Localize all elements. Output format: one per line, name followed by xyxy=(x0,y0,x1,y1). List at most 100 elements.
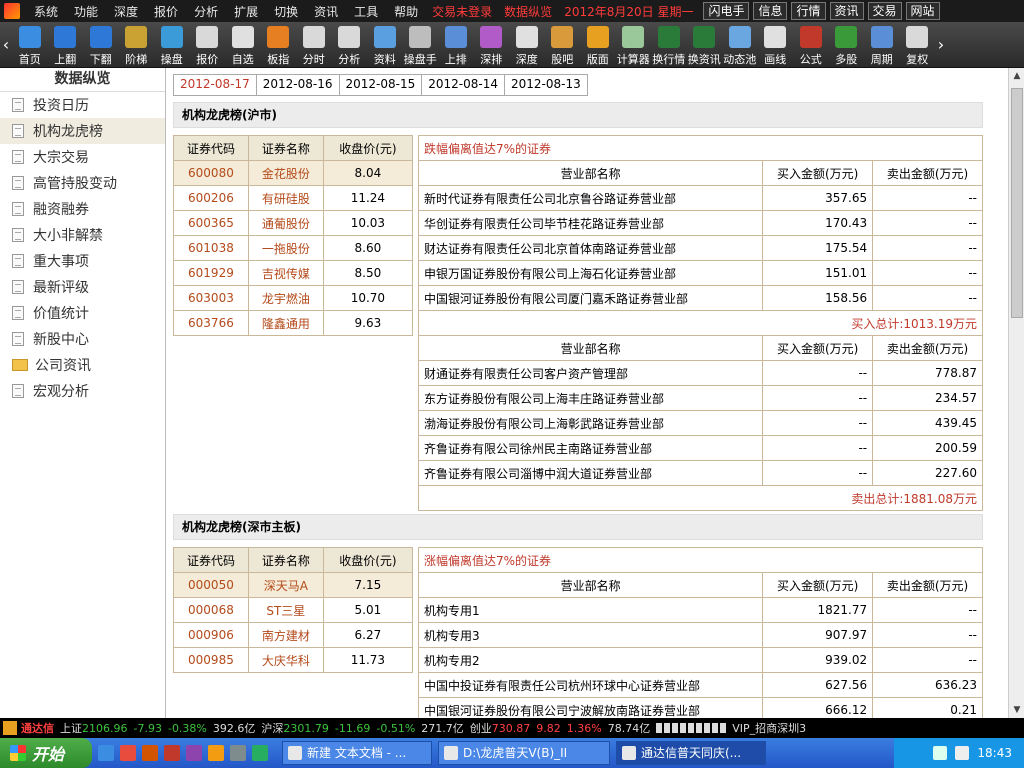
stock-code[interactable]: 601929 xyxy=(173,260,249,286)
info-button[interactable]: 信息 xyxy=(753,2,788,20)
stock-name[interactable]: 深天马A xyxy=(247,572,324,598)
toolbar-scroll-left-icon[interactable]: ‹ xyxy=(0,22,12,68)
table-row[interactable]: 600365 通葡股份 10.03 xyxy=(173,210,414,236)
stock-code[interactable]: 603766 xyxy=(173,310,249,336)
quicklaunch-app-icon[interactable] xyxy=(186,745,202,761)
sidebar-item[interactable]: 大宗交易 xyxy=(0,144,165,170)
table-row[interactable]: 000068 ST三星 5.01 xyxy=(173,597,414,623)
toolbar-button-2[interactable]: 上翻 xyxy=(48,22,84,68)
taskbar-item-folder[interactable]: D:\龙虎普天V(B)_II xyxy=(438,741,610,765)
quicklaunch-app-icon[interactable] xyxy=(208,745,224,761)
quicklaunch-app-icon[interactable] xyxy=(164,745,180,761)
stock-code[interactable]: 000985 xyxy=(173,647,249,673)
stock-name[interactable]: 吉视传媒 xyxy=(247,260,324,286)
menu-help[interactable]: 帮助 xyxy=(386,3,426,20)
sidebar-item[interactable]: 价值统计 xyxy=(0,300,165,326)
quicklaunch-app-icon[interactable] xyxy=(230,745,246,761)
toolbar-button-20[interactable]: 换资讯 xyxy=(687,22,723,68)
website-button[interactable]: 网站 xyxy=(905,2,940,20)
trade-button[interactable]: 交易 xyxy=(867,2,902,20)
date-tab[interactable]: 2012-08-13 xyxy=(504,74,588,96)
menu-switch[interactable]: 切换 xyxy=(266,3,306,20)
scrollbar-thumb[interactable] xyxy=(1011,88,1023,318)
volume-icon[interactable] xyxy=(955,746,970,760)
toolbar-button-4[interactable]: 阶梯 xyxy=(119,22,155,68)
menu-tools[interactable]: 工具 xyxy=(346,3,386,20)
menu-quote[interactable]: 报价 xyxy=(146,3,186,20)
sidebar-item[interactable]: 最新评级 xyxy=(0,274,165,300)
sidebar-item[interactable]: 大小非解禁 xyxy=(0,222,165,248)
toolbar-button-6[interactable]: 报价 xyxy=(190,22,226,68)
stock-code[interactable]: 000068 xyxy=(173,597,249,623)
table-row[interactable]: 600206 有研硅股 11.24 xyxy=(173,185,414,211)
quicklaunch-app-icon[interactable] xyxy=(142,745,158,761)
menu-extend[interactable]: 扩展 xyxy=(226,3,266,20)
sidebar-item[interactable]: 投资日历 xyxy=(0,92,165,118)
stock-code[interactable]: 000050 xyxy=(173,572,249,598)
date-tab[interactable]: 2012-08-16 xyxy=(255,74,340,96)
menu-system[interactable]: 系统 xyxy=(26,3,66,20)
sidebar-item[interactable]: 重大事项 xyxy=(0,248,165,274)
toolbar-button-17[interactable]: 版面 xyxy=(580,22,616,68)
scroll-up-icon[interactable]: ▲ xyxy=(1009,68,1024,84)
date-tab[interactable]: 2012-08-17 xyxy=(173,74,257,96)
toolbar-scroll-right-icon[interactable]: › xyxy=(935,22,947,68)
quote-button[interactable]: 行情 xyxy=(791,2,826,20)
table-row[interactable]: 601929 吉视传媒 8.50 xyxy=(173,260,414,286)
toolbar-button-18[interactable]: 计算器 xyxy=(616,22,652,68)
date-tab[interactable]: 2012-08-15 xyxy=(338,74,423,96)
menu-depth[interactable]: 深度 xyxy=(106,3,146,20)
stock-name[interactable]: ST三星 xyxy=(247,597,324,623)
toolbar-button-3[interactable]: 下翻 xyxy=(83,22,119,68)
quicklaunch-app-icon[interactable] xyxy=(252,745,268,761)
menu-analysis[interactable]: 分析 xyxy=(186,3,226,20)
sidebar-item[interactable]: 宏观分析 xyxy=(0,378,165,404)
toolbar-button-19[interactable]: 换行情 xyxy=(651,22,687,68)
taskbar-item-tdx[interactable]: 通达信普天同庆(... xyxy=(616,741,766,765)
sidebar-item[interactable]: 机构龙虎榜 xyxy=(0,118,165,144)
toolbar-button-22[interactable]: 画线 xyxy=(758,22,794,68)
stock-name[interactable]: 南方建材 xyxy=(247,622,324,648)
vertical-scrollbar[interactable]: ▲ ▼ xyxy=(1008,68,1024,718)
sidebar-item[interactable]: 融资融券 xyxy=(0,196,165,222)
taskbar-item-notepad[interactable]: 新建 文本文档 - ... xyxy=(282,741,432,765)
toolbar-button-24[interactable]: 多股 xyxy=(829,22,865,68)
toolbar-button-25[interactable]: 周期 xyxy=(864,22,900,68)
stock-code[interactable]: 600365 xyxy=(173,210,249,236)
table-row[interactable]: 600080 金花股份 8.04 xyxy=(173,160,414,186)
stock-name[interactable]: 一拖股份 xyxy=(247,235,324,261)
ie-icon[interactable] xyxy=(98,745,114,761)
toolbar-button-16[interactable]: 股吧 xyxy=(545,22,581,68)
network-icon[interactable] xyxy=(933,746,948,760)
toolbar-button-9[interactable]: 分时 xyxy=(296,22,332,68)
stock-code[interactable]: 600206 xyxy=(173,185,249,211)
quicklaunch-app-icon[interactable] xyxy=(120,745,136,761)
stock-name[interactable]: 大庆华科 xyxy=(247,647,324,673)
sidebar-item[interactable]: 高管持股变动 xyxy=(0,170,165,196)
stock-code[interactable]: 603003 xyxy=(173,285,249,311)
toolbar-button-7[interactable]: 自选 xyxy=(225,22,261,68)
table-row[interactable]: 601038 一拖股份 8.60 xyxy=(173,235,414,261)
stock-code[interactable]: 601038 xyxy=(173,235,249,261)
toolbar-button-13[interactable]: 上排 xyxy=(438,22,474,68)
scroll-down-icon[interactable]: ▼ xyxy=(1009,702,1024,718)
menu-news[interactable]: 资讯 xyxy=(306,3,346,20)
toolbar-button-10[interactable]: 分析 xyxy=(332,22,368,68)
server-name[interactable]: VIP_招商深圳3 xyxy=(732,720,806,736)
menu-function[interactable]: 功能 xyxy=(66,3,106,20)
toolbar-button-5[interactable]: 操盘 xyxy=(154,22,190,68)
stock-code[interactable]: 600080 xyxy=(173,160,249,186)
toolbar-button-1[interactable]: 首页 xyxy=(12,22,48,68)
stock-code[interactable]: 000906 xyxy=(173,622,249,648)
table-row[interactable]: 000050 深天马A 7.15 xyxy=(173,572,414,598)
toolbar-button-26[interactable]: 复权 xyxy=(900,22,936,68)
toolbar-button-15[interactable]: 深度 xyxy=(509,22,545,68)
toolbar-button-11[interactable]: 资料 xyxy=(367,22,403,68)
toolbar-button-12[interactable]: 操盘手 xyxy=(403,22,439,68)
start-button[interactable]: 开始 xyxy=(0,738,92,768)
table-row[interactable]: 000906 南方建材 6.27 xyxy=(173,622,414,648)
date-tab[interactable]: 2012-08-14 xyxy=(421,74,505,96)
table-row[interactable]: 603003 龙宇燃油 10.70 xyxy=(173,285,414,311)
stock-name[interactable]: 有研硅股 xyxy=(247,185,324,211)
toolbar-button-8[interactable]: 板指 xyxy=(261,22,297,68)
